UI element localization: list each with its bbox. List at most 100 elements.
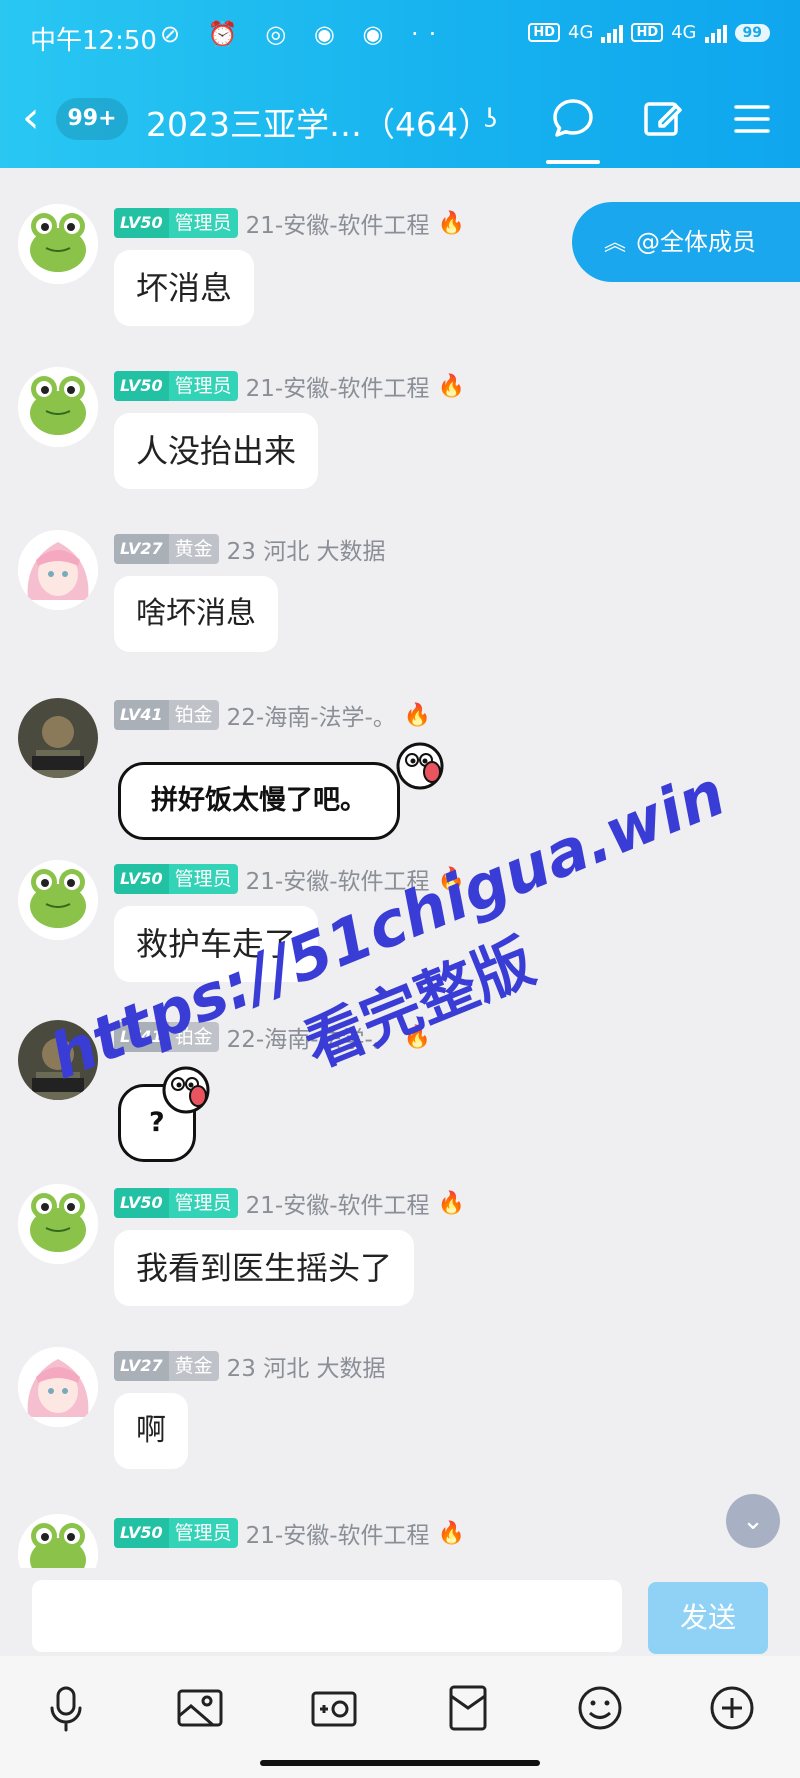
level-badge: LV50 管理员 xyxy=(114,864,238,894)
menu-icon[interactable] xyxy=(727,94,777,144)
image-icon[interactable] xyxy=(174,1682,226,1734)
sender-name[interactable]: 23 河北 大数据 xyxy=(227,1349,386,1383)
message-bubble[interactable]: 啊 xyxy=(114,1393,188,1469)
angel-avatar-image xyxy=(18,698,98,778)
avatar-frog[interactable] xyxy=(18,1514,98,1568)
hd-icon: HD xyxy=(528,23,561,42)
sticker-bubble[interactable]: 拼好饭太慢了吧。 xyxy=(118,762,400,840)
sender-name[interactable]: 21-安徽-软件工程 xyxy=(246,1186,430,1220)
level-number: LV50 xyxy=(114,1518,169,1548)
unread-badge[interactable]: 99+ xyxy=(56,98,128,140)
microphone-icon[interactable] xyxy=(40,1682,92,1734)
avatar-angel[interactable] xyxy=(18,698,98,778)
sticker-bird-icon xyxy=(162,1066,210,1114)
status-notification-icons: ⊘ ⏰ ◎ ◉ ◉ ·· xyxy=(160,20,447,48)
level-badge: LV50 管理员 xyxy=(114,208,238,238)
frog-avatar-image xyxy=(18,367,98,447)
level-number: LV50 xyxy=(114,371,169,401)
camera-icon[interactable] xyxy=(308,1682,360,1734)
level-badge: LV50 管理员 xyxy=(114,1188,238,1218)
sender-name[interactable]: 21-安徽-软件工程 xyxy=(246,206,430,240)
sender-meta: LV50 管理员 21-安徽-软件工程 🔥 xyxy=(114,369,465,403)
double-chevron-up-icon: ︽ xyxy=(604,231,627,256)
sender-meta: LV50 管理员 21-安徽-软件工程 🔥 xyxy=(114,1186,465,1220)
plus-icon[interactable] xyxy=(706,1682,758,1734)
sender-meta: LV27 黄金 23 河北 大数据 xyxy=(114,1349,386,1383)
emoji-icon[interactable] xyxy=(574,1682,626,1734)
sender-name[interactable]: 21-安徽-软件工程 xyxy=(246,369,430,403)
anime-girl-avatar-image xyxy=(18,530,98,610)
level-number: LV50 xyxy=(114,864,169,894)
frog-avatar-image xyxy=(18,204,98,284)
fire-icon: 🔥 xyxy=(437,373,465,399)
network-label-2: 4G xyxy=(671,22,697,43)
level-badge: LV50 管理员 xyxy=(114,371,238,401)
avatar-angel[interactable] xyxy=(18,1020,98,1100)
level-title: 管理员 xyxy=(174,212,232,234)
message-bubble[interactable]: 啥坏消息 xyxy=(114,576,278,652)
avatar-frog[interactable] xyxy=(18,860,98,940)
scroll-down-chevron-icon[interactable]: ⌄ xyxy=(726,1494,780,1548)
status-time: 中午12:50 xyxy=(30,26,157,56)
level-badge: LV27 黄金 xyxy=(114,534,219,564)
battery-icon: 99 xyxy=(734,23,770,42)
group-title[interactable]: 2023三亚学…（464） xyxy=(146,98,491,146)
back-chevron-left-icon[interactable]: ‹ xyxy=(22,96,40,140)
ear-icon[interactable]: ʖ xyxy=(484,104,497,134)
sender-meta: LV27 黄金 23 河北 大数据 xyxy=(114,532,386,566)
send-button[interactable]: 发送 xyxy=(648,1582,768,1654)
fire-icon: 🔥 xyxy=(437,210,465,236)
level-number: LV27 xyxy=(114,1351,169,1381)
angel-avatar-image xyxy=(18,1020,98,1100)
message-bubble[interactable]: 救护车走了 xyxy=(114,906,319,982)
fire-icon: 🔥 xyxy=(437,866,465,892)
avatar-anime-girl[interactable] xyxy=(18,530,98,610)
at-all-members-button[interactable]: ︽ @全体成员 xyxy=(572,202,800,282)
chat-header: ‹ 99+ 2023三亚学…（464） ʖ xyxy=(0,82,800,164)
level-title: 管理员 xyxy=(174,375,232,397)
avatar-frog[interactable] xyxy=(18,367,98,447)
message-bubble[interactable]: 坏消息 xyxy=(114,250,255,326)
sender-meta: LV41 铂金 22-海南-法学-。 🔥 xyxy=(114,698,431,732)
sender-meta: LV50 管理员 21-安徽-软件工程 🔥 xyxy=(114,1516,465,1550)
level-badge: LV41 铂金 xyxy=(114,700,219,730)
chat-message-list[interactable]: LV50 管理员 21-安徽-软件工程 🔥 坏消息 LV50 管理员 21-安徽-软… xyxy=(0,168,800,1568)
level-number: LV41 xyxy=(114,700,169,730)
sender-name[interactable]: 23 河北 大数据 xyxy=(227,532,386,566)
level-title: 管理员 xyxy=(174,1192,232,1214)
level-title: 黄金 xyxy=(174,538,213,560)
fire-icon: 🔥 xyxy=(437,1190,465,1216)
sender-name[interactable]: 22-海南-法学-。 xyxy=(227,698,396,732)
frog-avatar-image xyxy=(18,860,98,940)
top-bar: 中午12:50 ⊘ ⏰ ◎ ◉ ◉ ·· HD 4G HD 4G 99 ‹ 99… xyxy=(0,0,800,168)
sender-name[interactable]: 21-安徽-软件工程 xyxy=(246,862,430,896)
sender-name[interactable]: 21-安徽-软件工程 xyxy=(246,1516,430,1550)
avatar-anime-girl[interactable] xyxy=(18,1347,98,1427)
message-input[interactable] xyxy=(32,1580,622,1652)
edit-icon[interactable] xyxy=(638,94,688,144)
red-packet-icon[interactable] xyxy=(442,1682,494,1734)
level-badge: LV41 铂金 xyxy=(114,1022,219,1052)
level-number: LV27 xyxy=(114,534,169,564)
avatar-frog[interactable] xyxy=(18,204,98,284)
frog-avatar-image xyxy=(18,1514,98,1568)
network-label: 4G xyxy=(568,22,594,43)
input-toolbar xyxy=(0,1656,800,1778)
level-number: LV50 xyxy=(114,208,169,238)
sender-meta: LV50 管理员 21-安徽-软件工程 🔥 xyxy=(114,206,465,240)
level-title: 管理员 xyxy=(174,868,232,890)
status-right: HD 4G HD 4G 99 xyxy=(528,22,770,43)
active-tab-indicator xyxy=(546,160,600,164)
level-title: 管理员 xyxy=(174,1522,232,1544)
sender-name[interactable]: 22-海南-法学-。 xyxy=(227,1020,396,1054)
sender-meta: LV41 铂金 22-海南-法学-。 🔥 xyxy=(114,1020,431,1054)
level-badge: LV50 管理员 xyxy=(114,1518,238,1548)
chat-bubble-icon[interactable] xyxy=(548,94,598,144)
avatar-frog[interactable] xyxy=(18,1184,98,1264)
signal-icon xyxy=(601,23,624,43)
message-bubble[interactable]: 人没抬出来 xyxy=(114,413,319,489)
level-number: LV50 xyxy=(114,1188,169,1218)
status-bar: 中午12:50 ⊘ ⏰ ◎ ◉ ◉ ·· HD 4G HD 4G 99 xyxy=(0,0,800,70)
anime-girl-avatar-image xyxy=(18,1347,98,1427)
message-bubble[interactable]: 我看到医生摇头了 xyxy=(114,1230,415,1306)
